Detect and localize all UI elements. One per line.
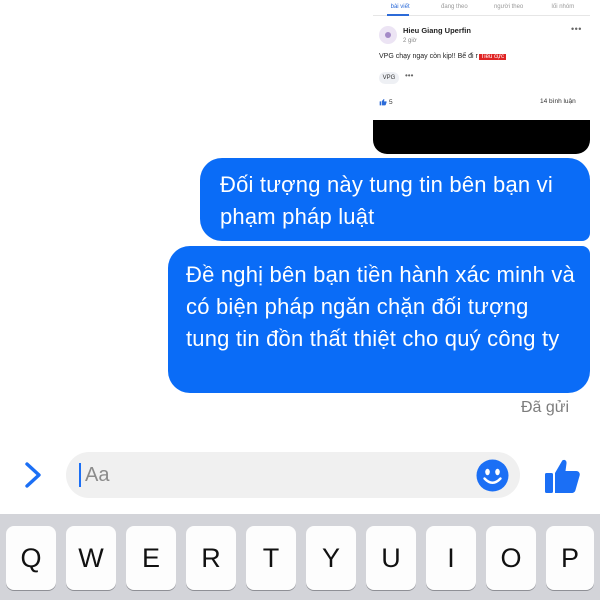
smiley-icon[interactable]: [476, 459, 509, 492]
key-i[interactable]: I: [426, 526, 476, 590]
stock-chip: VPG: [379, 72, 399, 84]
message-bubble[interactable]: Đề nghị bên bạn tiền hành xác minh và có…: [168, 246, 590, 393]
key-e[interactable]: E: [126, 526, 176, 590]
shared-post-time: 2 giờ: [403, 38, 417, 44]
key-w[interactable]: W: [66, 526, 116, 590]
on-screen-keyboard: Q W E R T Y U I O P: [0, 514, 600, 600]
shared-post-more-icon: •••: [571, 24, 582, 34]
shared-post-likes: 5: [379, 98, 393, 106]
sentiment-tag: Tiêu cực: [478, 54, 506, 60]
key-q[interactable]: Q: [6, 526, 56, 590]
shared-post-preview: bài viết đang theo người theo lối nhóm H…: [373, 0, 590, 120]
shared-post-like-count: 5: [389, 98, 393, 106]
key-u[interactable]: U: [366, 526, 416, 590]
stock-more-icon: •••: [405, 71, 414, 80]
shared-post-avatar: [379, 26, 397, 44]
message-input-placeholder: Aa: [85, 464, 110, 486]
shared-post-author: Hieu Giang Uperfin: [403, 26, 471, 35]
key-y[interactable]: Y: [306, 526, 356, 590]
shared-tab-posts: bài viết: [390, 4, 410, 10]
chevron-right-icon[interactable]: [20, 458, 46, 492]
key-o[interactable]: O: [486, 526, 536, 590]
message-input[interactable]: Aa: [66, 452, 520, 498]
shared-post-text: VPG chạy ngay còn kịp!! Bế đi r: [379, 53, 478, 60]
shared-tab-groups: lối nhóm: [551, 4, 575, 10]
shared-post-text-line: VPG chạy ngay còn kịp!! Bế đi r Tiêu cực: [379, 53, 506, 60]
key-p[interactable]: P: [546, 526, 594, 590]
shared-tab-followers: người theo: [493, 4, 524, 10]
thumbs-up-icon[interactable]: [542, 456, 582, 496]
shared-tab-following: đang theo: [441, 4, 468, 10]
message-bubble[interactable]: Đối tượng này tung tin bên bạn vi phạm p…: [200, 158, 590, 241]
shared-image-message[interactable]: bài viết đang theo người theo lối nhóm H…: [373, 0, 590, 154]
like-small-icon: [379, 99, 387, 106]
delivery-status: Đã gửi: [521, 399, 570, 416]
shared-tab-indicator: [387, 14, 409, 16]
key-r[interactable]: R: [186, 526, 236, 590]
key-t[interactable]: T: [246, 526, 296, 590]
text-cursor: [79, 463, 81, 487]
shared-post-comments: 14 bình luận: [540, 98, 576, 105]
